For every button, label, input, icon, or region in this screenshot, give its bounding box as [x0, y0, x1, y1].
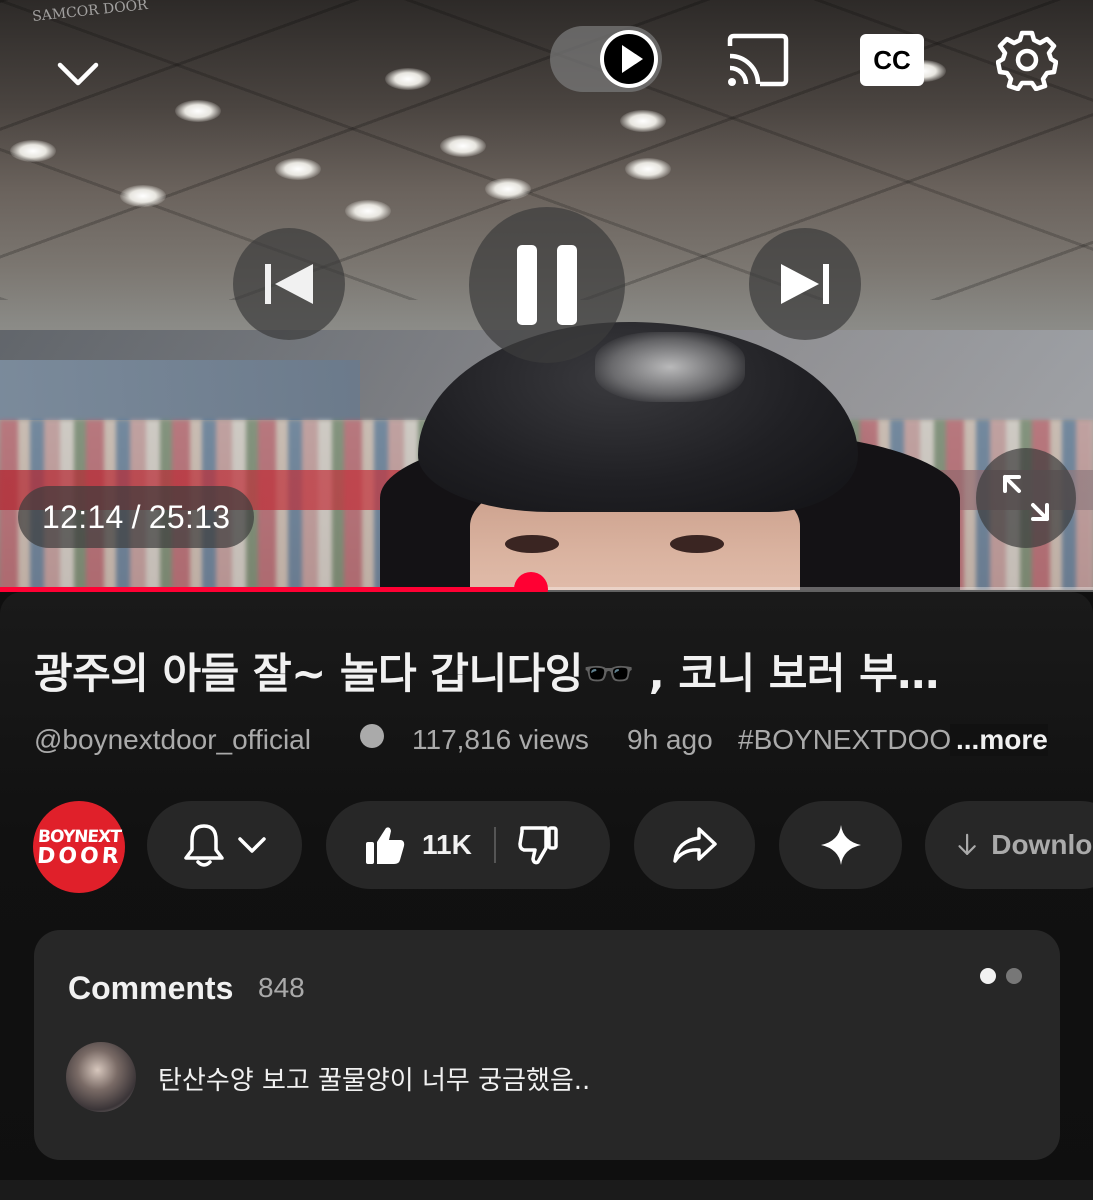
pause-button[interactable] — [469, 207, 625, 363]
cc-icon: CC — [860, 34, 924, 86]
ceiling-light — [275, 158, 321, 180]
autoplay-toggle[interactable] — [550, 26, 662, 92]
hashtag[interactable]: #BOYNEXTDOOR — [738, 724, 954, 756]
comments-pager — [980, 968, 1022, 984]
comments-title: Comments — [68, 970, 234, 1006]
duration: 25:13 — [148, 498, 231, 535]
ceiling-light — [625, 158, 671, 180]
ceiling-light — [345, 200, 391, 222]
channel-avatar[interactable]: BOYNEXT DOOR — [33, 801, 125, 893]
pager-dot-active — [980, 968, 996, 984]
avatar-logo-line2: DOOR — [35, 844, 123, 869]
download-icon — [958, 833, 976, 855]
thumbs-down-icon[interactable] — [518, 824, 560, 866]
thumbs-up-icon[interactable] — [364, 824, 406, 866]
share-icon — [672, 827, 717, 863]
ceiling-light — [620, 110, 666, 132]
skip-previous-icon — [265, 264, 313, 304]
upload-age: 9h ago — [627, 724, 713, 755]
fullscreen-button[interactable] — [976, 448, 1076, 548]
like-divider — [493, 827, 496, 863]
top-comment-text: 탄산수양 보고 꿀물양이 너무 궁금했음.. — [158, 1066, 591, 1096]
sparkle-icon — [820, 825, 861, 865]
captions-button[interactable]: CC — [860, 34, 924, 86]
cap-logo — [595, 332, 745, 402]
video-metadata[interactable]: @boynextdoor_official 117,816 views 9h a… — [34, 724, 1064, 760]
chevron-down-icon — [57, 62, 99, 86]
pause-icon — [517, 245, 577, 325]
commenter-avatar[interactable] — [66, 1042, 136, 1112]
gear-icon — [996, 30, 1058, 91]
subscription-bell-button[interactable] — [147, 801, 302, 889]
time-separator: / — [131, 498, 141, 535]
ceiling-light — [10, 140, 56, 162]
ceiling-light — [440, 135, 486, 157]
person-eye — [670, 535, 724, 553]
ceiling-light — [175, 100, 221, 122]
comments-panel[interactable]: Comments 848 탄산수양 보고 꿀물양이 너무 궁금했음.. — [34, 930, 1060, 1160]
like-count: 11K — [422, 829, 472, 860]
current-time: 12:14 — [42, 498, 124, 535]
skip-next-icon — [781, 264, 829, 304]
cast-button[interactable] — [722, 30, 792, 90]
cast-icon — [727, 33, 789, 87]
ask-ai-button[interactable] — [779, 801, 902, 889]
autoplay-knob — [600, 30, 658, 88]
play-icon — [604, 34, 654, 84]
video-title[interactable]: 광주의 아들 잘~ 놀다 갑니다잉🕶️ , 코니 보러 부… — [34, 640, 1064, 701]
bottom-edge — [0, 1180, 1093, 1200]
bell-icon — [183, 824, 224, 867]
channel-handle[interactable]: @boynextdoor_official — [34, 724, 311, 756]
download-label: Download — [991, 829, 1093, 860]
ceiling-light — [120, 185, 166, 207]
fullscreen-icon — [1003, 475, 1049, 521]
time-display[interactable]: 12:14 / 25:13 — [18, 486, 255, 548]
chevron-down-icon — [237, 837, 266, 853]
store-sign — [0, 360, 360, 420]
comments-count: 848 — [258, 972, 305, 1003]
video-player[interactable]: SAMCOR DOOR CC 12:14 / 25:13 — [0, 0, 1093, 590]
verified-icon — [360, 724, 384, 748]
view-count: 117,816 views — [412, 724, 589, 755]
ceiling-light — [485, 178, 531, 200]
download-button[interactable]: Download — [925, 801, 1093, 889]
like-dislike-group: 11K — [326, 801, 610, 889]
pager-dot — [1006, 968, 1022, 984]
share-button[interactable] — [634, 801, 755, 889]
settings-button[interactable] — [995, 28, 1059, 92]
person-eye — [505, 535, 559, 553]
cc-label: CC — [873, 45, 911, 75]
collapse-button[interactable] — [48, 44, 108, 104]
next-button[interactable] — [749, 228, 861, 340]
previous-button[interactable] — [233, 228, 345, 340]
ceiling-light — [385, 68, 431, 90]
more-link[interactable]: ...more — [950, 724, 1048, 756]
